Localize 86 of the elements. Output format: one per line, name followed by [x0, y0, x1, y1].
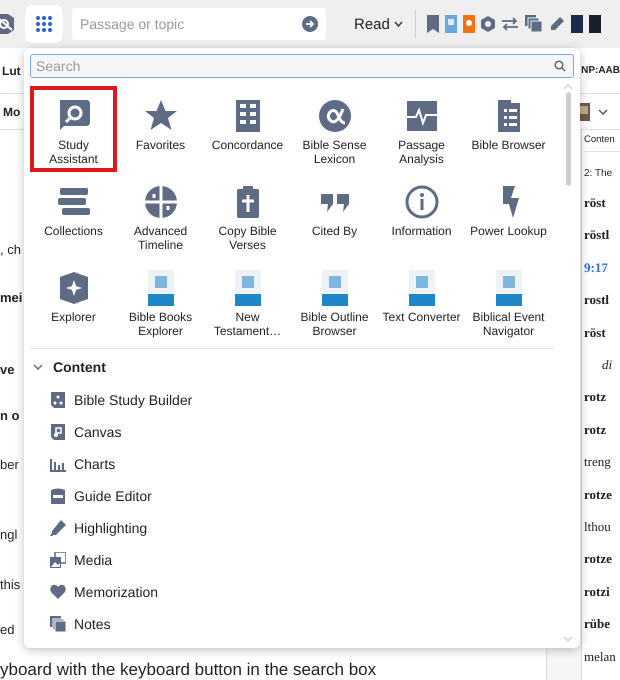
verse-link[interactable]: 9:17: [584, 252, 620, 284]
tool-button[interactable]: Bible Sense Lexicon: [291, 86, 378, 172]
caret-down-icon[interactable]: [598, 108, 608, 114]
scrollbar-thumb[interactable]: [566, 92, 570, 186]
image-stack-icon: [50, 552, 66, 568]
copies-icon[interactable]: [524, 15, 543, 33]
document-icon: [50, 392, 66, 408]
text-line: ber: [0, 456, 19, 474]
menu-item[interactable]: Highlighting: [50, 512, 148, 544]
tool-button[interactable]: Concordance: [204, 86, 291, 172]
menu-item[interactable]: Bible Study Builder: [50, 384, 192, 416]
text-line: röstl: [584, 226, 610, 244]
tool-button[interactable]: Bible Outline Browser: [291, 258, 378, 344]
menu-item[interactable]: Charts: [50, 448, 116, 480]
tool-button[interactable]: Cited By: [291, 172, 378, 258]
arrow-right-icon[interactable]: [302, 16, 318, 32]
tab-label[interactable]: NP:AAB: [581, 65, 620, 76]
tool-button[interactable]: Collections: [30, 172, 117, 258]
menu-item[interactable]: Notes: [50, 608, 111, 640]
tool-button[interactable]: Passage Analysis: [378, 86, 465, 172]
book-cover-icon[interactable]: [588, 15, 601, 33]
text-line: rostl: [584, 291, 610, 310]
menu-item[interactable]: Canvas: [50, 416, 122, 448]
tool-button[interactable]: Study Assistant: [30, 86, 117, 172]
tab-label[interactable]: Lut: [2, 64, 21, 78]
text-line: rotz: [584, 388, 608, 406]
read-menu-button[interactable]: Read: [354, 16, 403, 32]
tool-button[interactable]: Bible Browser: [465, 86, 552, 172]
text-line: rotz: [584, 420, 608, 439]
heart-icon: [50, 584, 66, 600]
tool-button[interactable]: Explorer: [30, 258, 117, 344]
text-line: ed: [0, 621, 14, 639]
text-line: rotze: [584, 486, 613, 504]
menu-item[interactable]: Guide Editor: [50, 480, 152, 512]
hexagon-icon[interactable]: [480, 16, 495, 32]
text-line: this: [0, 576, 20, 594]
search-icon[interactable]: [554, 60, 566, 72]
text-line: , ch: [0, 241, 21, 259]
text-line: yboard with the keyboard button in the search box: [0, 661, 376, 679]
menu-item[interactable]: Media: [50, 544, 112, 576]
text-line: ngl: [0, 526, 18, 544]
text-line: melan: [584, 648, 617, 666]
text-line: röst: [584, 194, 607, 212]
swap-arrows-icon[interactable]: [500, 16, 519, 32]
tool-button[interactable]: Advanced Timeline: [117, 172, 204, 258]
text-line: ve: [0, 361, 14, 379]
book-cover-icon[interactable]: [570, 15, 583, 33]
tool-button[interactable]: Favorites: [117, 86, 204, 172]
passage-field[interactable]: Passage or topic: [72, 8, 326, 40]
tool-button[interactable]: Power Lookup: [465, 172, 552, 258]
tool-button[interactable]: Bible Books Explorer: [117, 258, 204, 344]
text-line: rübe: [584, 615, 611, 634]
text-line: rotzi: [584, 582, 611, 601]
grid-dots-icon: [35, 15, 53, 33]
tool-button[interactable]: Copy Bible Verses: [204, 172, 291, 258]
caret-down-icon: [394, 21, 403, 27]
pencil-icon[interactable]: [548, 16, 565, 32]
section-title: Conten: [584, 130, 620, 152]
text-line: treng: [584, 453, 612, 472]
document-icon: [50, 488, 66, 504]
section-header[interactable]: Content: [30, 349, 562, 374]
document-icon: [50, 424, 66, 440]
menu-item[interactable]: Memorization: [50, 576, 158, 608]
page-stack-icon: [50, 616, 66, 632]
text-line: rotze: [584, 550, 613, 568]
text-line: di: [601, 356, 614, 374]
text-line: lthou: [584, 518, 612, 536]
apps-button[interactable]: [25, 5, 63, 43]
text-line: n o: [0, 407, 20, 425]
pencil-icon: [50, 520, 66, 536]
tool-button[interactable]: Information: [378, 172, 465, 258]
row-label: Mo: [3, 104, 20, 118]
tool-button[interactable]: Biblical Event Navigator: [465, 258, 552, 344]
eye-slash-icon[interactable]: [0, 12, 16, 36]
search-field[interactable]: Search: [30, 54, 574, 78]
heading-text: 2: The: [584, 167, 614, 181]
tool-button[interactable]: New Testament…: [204, 258, 291, 344]
info-icon: [404, 184, 440, 220]
bar-chart-icon: [50, 456, 66, 472]
bookmark-icon[interactable]: [426, 15, 439, 33]
tool-button[interactable]: Text Converter: [378, 258, 465, 344]
chevron-down-icon: [33, 362, 43, 372]
alpha-icon: [316, 98, 352, 134]
text-line: röst: [584, 324, 607, 342]
timeline-icon: [142, 184, 178, 220]
text-line: mei: [0, 289, 22, 307]
